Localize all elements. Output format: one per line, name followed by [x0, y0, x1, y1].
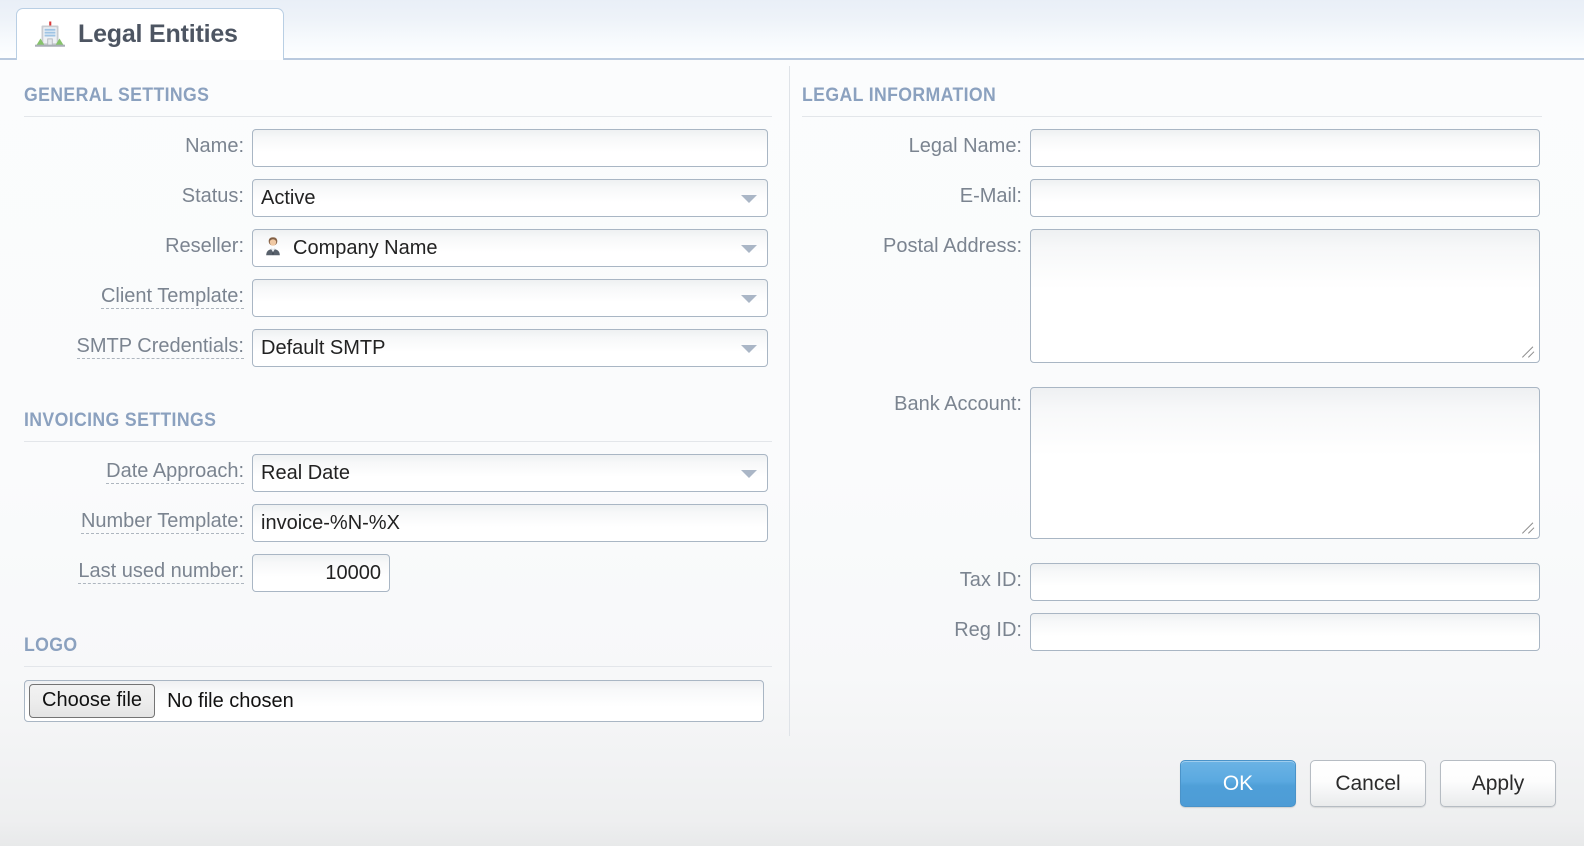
section-rule — [24, 441, 772, 442]
action-buttons: OK Cancel Apply — [1180, 760, 1556, 807]
field-row-reg-id: Reg ID: — [802, 613, 1542, 651]
postal-address-label: Postal Address: — [883, 235, 1022, 257]
section-heading-logo: LOGO — [24, 635, 78, 656]
chevron-down-icon — [741, 345, 757, 353]
chevron-down-icon — [741, 195, 757, 203]
tab-legal-entities[interactable]: Legal Entities — [16, 8, 284, 60]
field-row-smtp-credentials: SMTP Credentials: Default SMTP — [24, 329, 772, 367]
tax-id-label: Tax ID: — [959, 569, 1022, 591]
chevron-down-icon — [741, 470, 757, 478]
field-row-legal-name: Legal Name: — [802, 129, 1542, 167]
left-column: GENERAL SETTINGS Name: Status: Active Re… — [24, 60, 772, 722]
section-rule — [24, 116, 772, 117]
reseller-value: Company Name — [293, 237, 438, 259]
tab-label: Legal Entities — [78, 20, 238, 48]
tax-id-input[interactable] — [1030, 563, 1540, 601]
file-status-text: No file chosen — [167, 689, 294, 712]
ok-button[interactable]: OK — [1180, 760, 1296, 807]
reg-id-label: Reg ID: — [954, 619, 1022, 641]
chevron-down-icon — [741, 245, 757, 253]
name-input[interactable] — [252, 129, 768, 167]
last-used-number-input[interactable]: 10000 — [252, 554, 390, 592]
right-column: LEGAL INFORMATION Legal Name: E-Mail: Po… — [802, 60, 1542, 651]
field-row-status: Status: Active — [24, 179, 772, 217]
apply-button[interactable]: Apply — [1440, 760, 1556, 807]
field-row-email: E-Mail: — [802, 179, 1542, 217]
dialog-body: GENERAL SETTINGS Name: Status: Active Re… — [0, 60, 1584, 846]
building-icon — [35, 20, 65, 50]
number-template-input[interactable]: invoice-%N-%X — [252, 504, 768, 542]
cancel-button[interactable]: Cancel — [1310, 760, 1426, 807]
chevron-down-icon — [741, 295, 757, 303]
date-approach-value: Real Date — [261, 462, 350, 484]
field-row-reseller: Reseller: Company Name — [24, 229, 772, 267]
name-label: Name: — [185, 135, 244, 157]
bank-account-textarea[interactable] — [1030, 387, 1540, 539]
logo-file-input[interactable]: Choose file No file chosen — [24, 680, 764, 722]
number-template-label: Number Template: — [80, 510, 244, 534]
field-row-date-approach: Date Approach: Real Date — [24, 454, 772, 492]
status-label: Status: — [181, 185, 244, 207]
dialog-footer: OK Cancel Apply — [0, 742, 1584, 846]
field-row-name: Name: — [24, 129, 772, 167]
email-label: E-Mail: — [959, 185, 1022, 207]
choose-file-button[interactable]: Choose file — [29, 684, 156, 718]
field-row-postal-address: Postal Address: — [802, 229, 1542, 363]
bank-account-label: Bank Account: — [894, 393, 1022, 415]
section-heading-general: GENERAL SETTINGS — [24, 85, 210, 106]
client-template-label: Client Template: — [100, 285, 244, 309]
reseller-select[interactable]: Company Name — [252, 229, 768, 267]
legal-name-input[interactable] — [1030, 129, 1540, 167]
section-heading-invoicing: INVOICING SETTINGS — [24, 410, 217, 431]
section-rule — [24, 666, 772, 667]
date-approach-select[interactable]: Real Date — [252, 454, 768, 492]
last-used-number-label: Last used number: — [78, 560, 244, 584]
smtp-credentials-value: Default SMTP — [261, 337, 386, 359]
date-approach-label: Date Approach: — [106, 460, 244, 484]
reseller-label: Reseller: — [165, 235, 244, 257]
client-template-select[interactable] — [252, 279, 768, 317]
resize-handle-icon[interactable] — [1522, 345, 1536, 359]
field-row-tax-id: Tax ID: — [802, 563, 1542, 601]
reg-id-input[interactable] — [1030, 613, 1540, 651]
user-avatar-icon — [261, 234, 285, 270]
field-row-client-template: Client Template: — [24, 279, 772, 317]
field-row-number-template: Number Template: invoice-%N-%X — [24, 504, 772, 542]
tab-strip: Legal Entities — [0, 0, 1584, 60]
section-heading-legal: LEGAL INFORMATION — [802, 85, 997, 106]
postal-address-textarea[interactable] — [1030, 229, 1540, 363]
resize-handle-icon[interactable] — [1522, 521, 1536, 535]
legal-name-label: Legal Name: — [908, 135, 1022, 157]
email-field[interactable] — [1030, 179, 1540, 217]
smtp-credentials-label: SMTP Credentials: — [76, 335, 244, 359]
column-divider — [789, 66, 790, 736]
section-rule — [802, 116, 1542, 117]
status-select[interactable]: Active — [252, 179, 768, 217]
field-row-last-used-number: Last used number: 10000 — [24, 554, 772, 592]
field-row-bank-account: Bank Account: — [802, 387, 1542, 539]
smtp-credentials-select[interactable]: Default SMTP — [252, 329, 768, 367]
status-value: Active — [261, 187, 316, 209]
